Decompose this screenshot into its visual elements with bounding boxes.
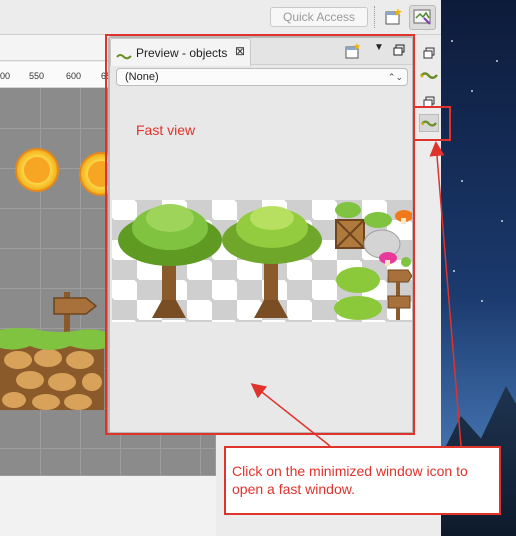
coin-sprite[interactable] bbox=[15, 148, 59, 192]
main-toolbar: Quick Access bbox=[0, 0, 441, 35]
ground-tile-sprite[interactable] bbox=[0, 326, 110, 410]
ruler-label: 00 bbox=[0, 71, 11, 81]
annotation-callout: Click on the minimized window icon to op… bbox=[224, 446, 501, 515]
scene-perspective-icon[interactable] bbox=[409, 5, 436, 30]
toolbar-separator bbox=[374, 6, 375, 28]
annotation-highlight-preview bbox=[105, 34, 415, 435]
snake-view-icon[interactable] bbox=[419, 66, 439, 84]
canvas-margin bbox=[0, 476, 216, 536]
annotation-highlight-icon bbox=[413, 106, 451, 141]
restore-icon[interactable] bbox=[419, 44, 439, 62]
quick-access-input[interactable]: Quick Access bbox=[270, 7, 368, 27]
ruler-label: 600 bbox=[66, 71, 82, 81]
open-perspective-icon[interactable] bbox=[383, 6, 405, 28]
ruler-label: 550 bbox=[29, 71, 45, 81]
